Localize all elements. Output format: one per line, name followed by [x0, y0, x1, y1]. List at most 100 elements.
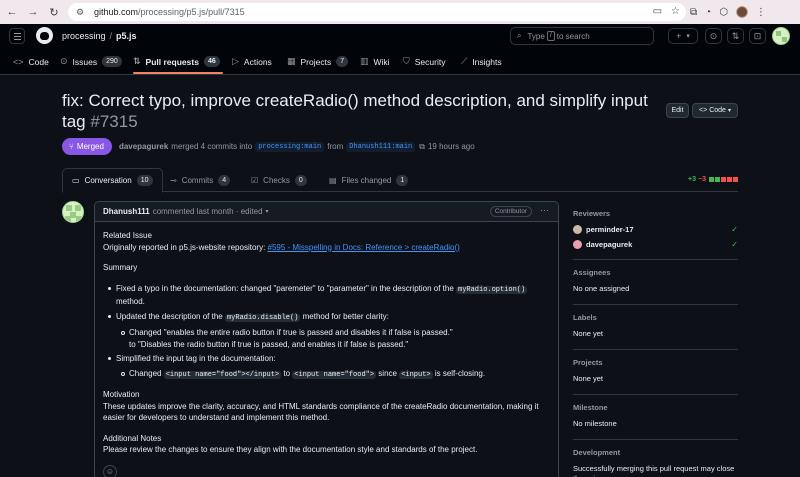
comment-meta: commented last month · edited	[152, 207, 263, 216]
repo-nav: <> Code ⊙ Issues 290 ⇅ Pull requests 46 ▷ Acti…	[0, 48, 800, 75]
check-icon: ✓	[731, 225, 738, 234]
repo-tab-code[interactable]: <> Code	[13, 54, 49, 69]
owner-link[interactable]: processing	[62, 31, 106, 41]
tab-conversation[interactable]: ▭ Conversation 10	[62, 168, 163, 193]
search-icon: ⌕	[517, 31, 522, 40]
checklist-icon: ☑	[251, 175, 259, 185]
back-icon[interactable]: ←	[3, 3, 21, 21]
graph-icon: ⟋	[461, 56, 468, 66]
merged-status-badge: ⑂ Merged	[62, 138, 112, 155]
pr-number: #7315	[90, 112, 138, 131]
reviewer-item[interactable]: davepagurek ✓	[573, 240, 738, 249]
issue-icon: ⊙	[709, 30, 718, 41]
summary-list: Fixed a typo in the documentation: chang…	[103, 283, 550, 382]
repo-tab-wiki[interactable]: ▥ Wiki	[360, 54, 390, 69]
chevron-down-icon: ▾	[686, 33, 690, 40]
tab-files-changed[interactable]: ▤ Files changed 1	[320, 168, 417, 192]
issue-icon: ⊙	[60, 56, 68, 66]
extension-icon[interactable]: ◔	[705, 7, 711, 18]
merger-link[interactable]: davepagurek	[119, 142, 168, 151]
diffstat: +3 −3	[688, 176, 738, 183]
search-placeholder-type: Type	[527, 31, 545, 41]
code-icon: <>	[13, 56, 24, 67]
tab-commits[interactable]: ⊸ Commits 4	[161, 168, 239, 192]
notes-section: Additional Notes Please review the chang…	[103, 433, 478, 455]
breadcrumb-separator: /	[109, 31, 113, 41]
development-section: Development Successfully merging this pu…	[573, 448, 735, 477]
merge-description: merged 4 commits into	[171, 142, 253, 151]
table-icon: ▦	[287, 56, 296, 66]
merge-time: 19 hours ago	[427, 142, 475, 151]
repo-tab-pull-requests[interactable]: ⇅ Pull requests 46	[133, 54, 220, 69]
summary-heading: Summary	[103, 263, 138, 272]
repo-tab-issues[interactable]: ⊙ Issues 290	[60, 54, 122, 69]
extension-icon-2[interactable]: ⬡	[719, 7, 728, 18]
issues-button[interactable]: ⊙	[705, 28, 722, 44]
reviewers-title[interactable]: Reviewers	[573, 209, 738, 218]
url-host: github.com	[94, 7, 139, 17]
kebab-menu-icon[interactable]: ···	[540, 205, 549, 215]
bookmark-star-icon[interactable]: ☆	[671, 6, 680, 17]
pr-meta: ⑂ Merged davepagurek merged 4 commits int…	[62, 138, 475, 155]
search-placeholder-rest: to search	[556, 31, 590, 41]
additions-count: +3	[688, 176, 697, 183]
play-icon: ▷	[232, 56, 239, 66]
comment-body: Related Issue Originally reported in p5.…	[95, 222, 558, 477]
list-item: Updated the description of the myRadio.d…	[103, 311, 550, 325]
head-branch[interactable]: Dhanush111:main	[346, 141, 416, 152]
tab-checks[interactable]: ☑ Checks 0	[242, 168, 316, 192]
forward-icon[interactable]: →	[24, 3, 42, 21]
issues-count: 290	[102, 56, 122, 67]
pull-requests-button[interactable]: ⇅	[727, 28, 744, 44]
labels-section: Labels None yet	[573, 305, 738, 350]
repo-link[interactable]: p5.js	[116, 31, 137, 41]
code-dropdown-button[interactable]: <> Code ▾	[692, 103, 738, 118]
pr-tabs: ▭ Conversation 10 ⊸ Commits 4 ☑ Checks 0 ▤ File…	[62, 168, 738, 193]
search-input[interactable]: ⌕ Type / to search	[510, 27, 654, 45]
repo-tab-insights[interactable]: ⟋ Insights	[461, 54, 502, 69]
comment-header: Dhanush111 commented last month · edited…	[95, 202, 558, 222]
browser-toolbar: ← → ↻ ⚙ github.com/processing/p5.js/pull…	[0, 0, 800, 24]
extensions-icon[interactable]: ⧉	[690, 7, 697, 18]
repo-tab-projects[interactable]: ▦ Projects 7	[287, 54, 349, 69]
copy-icon[interactable]: ⧉	[419, 142, 425, 152]
edit-title-button[interactable]: Edit	[666, 103, 689, 118]
shield-icon: ⛉	[403, 56, 410, 66]
pull-requests-count: 46	[203, 56, 220, 67]
browser-profile-avatar[interactable]	[735, 6, 748, 18]
repo-tab-security[interactable]: ⛉ Security	[403, 54, 445, 69]
chevron-down-icon[interactable]: ▾	[266, 208, 269, 215]
related-issue-link[interactable]: #595 - Misspelling in Docs: Reference > …	[268, 243, 460, 252]
projects-count: 7	[336, 56, 349, 67]
install-app-icon[interactable]: ▭	[653, 6, 662, 17]
pr-title-text: fix: Correct typo, improve createRadio()…	[62, 91, 648, 131]
base-branch[interactable]: processing:main	[255, 141, 325, 152]
plus-icon: +	[676, 31, 682, 41]
comment-author-avatar[interactable]	[62, 201, 84, 223]
reviewer-avatar	[573, 225, 582, 234]
url-path: /processing/p5.js/pull/7315	[138, 7, 245, 17]
reload-icon[interactable]: ↻	[45, 3, 63, 21]
book-icon: ▥	[360, 56, 369, 66]
browser-menu-icon[interactable]: ⋮	[756, 7, 766, 18]
list-item-sub: Changed <input name="food"></input> to <…	[103, 368, 550, 382]
diffstat-blocks	[709, 177, 738, 182]
commit-icon: ⊸	[170, 175, 177, 185]
inbox-button[interactable]: ⊡	[749, 28, 766, 44]
pull-request-icon: ⇅	[133, 56, 141, 66]
github-header: processing / p5.js ⌕ Type / to search + ▾ ⊙…	[0, 24, 800, 48]
hamburger-menu-icon[interactable]	[9, 28, 25, 44]
active-tab-underline	[133, 72, 223, 74]
github-logo-icon[interactable]	[36, 27, 53, 44]
list-item: Simplified the input tag in the document…	[103, 353, 550, 365]
site-settings-icon[interactable]: ⚙	[76, 7, 86, 17]
reviewers-section: Reviewers perminder-17 ✓ davepagurek ✓	[573, 201, 738, 260]
reviewer-item[interactable]: perminder-17 ✓	[573, 225, 738, 234]
comment-author[interactable]: Dhanush111	[103, 207, 150, 216]
user-avatar[interactable]	[772, 27, 790, 45]
repo-tab-actions[interactable]: ▷ Actions	[232, 54, 272, 69]
create-new-button[interactable]: + ▾	[668, 28, 698, 44]
add-reaction-icon[interactable]: ☺	[103, 464, 117, 477]
breadcrumb: processing / p5.js	[62, 31, 137, 41]
address-bar[interactable]: ⚙ github.com/processing/p5.js/pull/7315 …	[68, 3, 686, 21]
